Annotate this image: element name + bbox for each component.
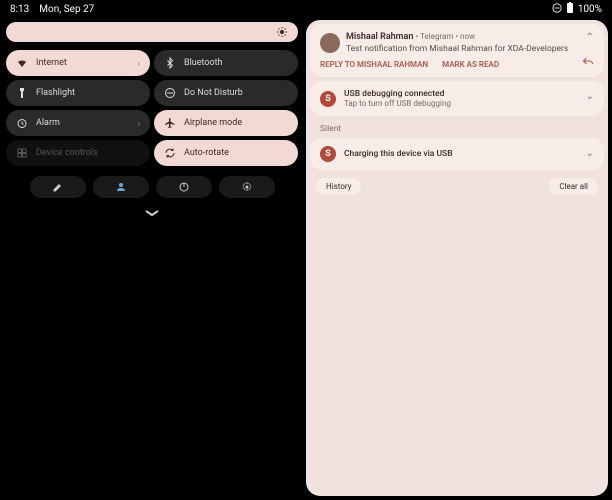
- silent-section-label: Silent: [310, 120, 604, 138]
- battery-pct: 100%: [578, 4, 602, 15]
- qs-tile-home[interactable]: Device controls: [6, 140, 150, 166]
- quick-settings-panel: Internet › Bluetooth Flashlight Do Not Distu…: [0, 18, 304, 500]
- qs-label: Do Not Disturb: [184, 88, 288, 98]
- qs-label: Auto-rotate: [184, 148, 288, 158]
- settings-button[interactable]: [219, 176, 275, 198]
- bluetooth-icon: [164, 57, 176, 69]
- history-button[interactable]: History: [316, 178, 361, 195]
- notification-telegram[interactable]: Mishaal Rahman • Telegram • now Test not…: [310, 24, 604, 77]
- chevron-up-icon[interactable]: ⌃: [586, 32, 594, 43]
- qs-label: Device controls: [36, 148, 140, 158]
- notif-sender: Mishaal Rahman: [346, 32, 413, 42]
- usb-debug-sub: Tap to turn off USB debugging: [344, 99, 451, 108]
- alarm-icon: [16, 117, 28, 129]
- qs-label: Alarm: [36, 118, 130, 128]
- airplane-icon: [164, 117, 176, 129]
- qs-label: Internet: [36, 58, 130, 68]
- qs-tile-rotate[interactable]: Auto-rotate: [154, 140, 298, 166]
- wifi-icon: [16, 57, 28, 69]
- avatar: [320, 33, 340, 53]
- system-icon: S: [320, 146, 336, 162]
- usb-debug-title: USB debugging connected: [344, 89, 451, 99]
- qs-tile-bluetooth[interactable]: Bluetooth: [154, 50, 298, 76]
- dnd-status-icon: [552, 3, 562, 16]
- notification-charging[interactable]: S Charging this device via USB ⌄: [310, 138, 604, 170]
- qs-label: Airplane mode: [184, 118, 288, 128]
- qs-tile-dnd[interactable]: Do Not Disturb: [154, 80, 298, 106]
- expand-handle[interactable]: [6, 206, 298, 220]
- qs-tile-flashlight[interactable]: Flashlight: [6, 80, 150, 106]
- edit-button[interactable]: [30, 176, 86, 198]
- battery-icon: [566, 2, 574, 17]
- chevron-down-icon[interactable]: ⌄: [586, 91, 594, 102]
- qs-tile-airplane[interactable]: Airplane mode: [154, 110, 298, 136]
- qs-label: Bluetooth: [184, 58, 288, 68]
- dnd-icon: [164, 87, 176, 99]
- status-date: Mon, Sep 27: [39, 4, 94, 15]
- chevron-right-icon: ›: [138, 119, 140, 128]
- flashlight-icon: [16, 87, 28, 99]
- charging-title: Charging this device via USB: [344, 149, 453, 159]
- notification-panel: Mishaal Rahman • Telegram • now Test not…: [306, 20, 608, 496]
- mark-read-action[interactable]: MARK AS READ: [442, 60, 499, 69]
- reply-icon[interactable]: [582, 56, 594, 69]
- brightness-icon: [276, 26, 288, 38]
- status-time: 8:13: [10, 4, 29, 15]
- reply-action[interactable]: REPLY TO MISHAAL RAHMAN: [320, 60, 428, 69]
- user-button[interactable]: [93, 176, 149, 198]
- qs-label: Flashlight: [36, 88, 140, 98]
- power-button[interactable]: [156, 176, 212, 198]
- notif-body: Test notification from Mishaal Rahman fo…: [346, 44, 568, 54]
- home-icon: [16, 147, 28, 159]
- qs-tile-wifi[interactable]: Internet ›: [6, 50, 150, 76]
- clear-all-button[interactable]: Clear all: [549, 178, 598, 195]
- system-icon: S: [320, 91, 336, 107]
- status-bar: 8:13 Mon, Sep 27 100%: [0, 0, 612, 18]
- chevron-right-icon: ›: [138, 59, 140, 68]
- notification-usb-debug[interactable]: S USB debugging connected Tap to turn of…: [310, 81, 604, 116]
- rotate-icon: [164, 147, 176, 159]
- qs-tile-alarm[interactable]: Alarm ›: [6, 110, 150, 136]
- brightness-slider[interactable]: [6, 22, 298, 42]
- chevron-down-icon[interactable]: ⌄: [586, 148, 594, 159]
